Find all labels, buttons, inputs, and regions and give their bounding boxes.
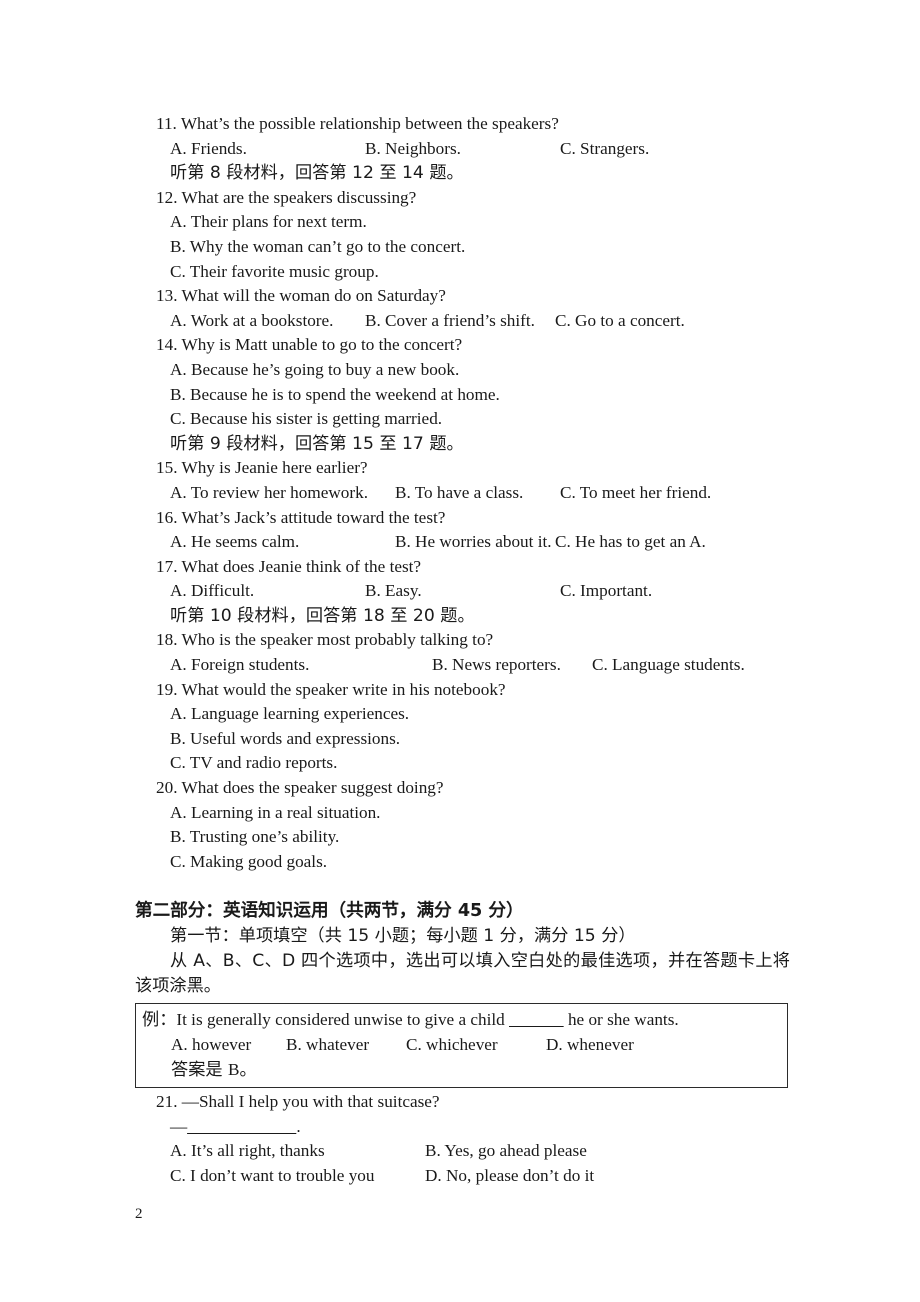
section-one-instruction: 从 A、B、C、D 四个选项中，选出可以填入空白处的最佳选项，并在答题卡上将该项… bbox=[135, 951, 790, 997]
answer-blank: ____________ bbox=[187, 1116, 297, 1136]
question-stem-15: 15. Why is Jeanie here earlier? bbox=[156, 458, 368, 478]
option-20-b[interactable]: B. Trusting one’s ability. bbox=[170, 825, 795, 850]
option-11-a[interactable]: A. Friends. bbox=[170, 137, 247, 162]
option-15-c[interactable]: C. To meet her friend. bbox=[560, 481, 711, 506]
example-option-a[interactable]: A. however bbox=[171, 1033, 251, 1058]
option-18-b[interactable]: B. News reporters. bbox=[432, 653, 561, 678]
option-21-d[interactable]: D. No, please don’t do it bbox=[425, 1164, 594, 1189]
option-16-c[interactable]: C. He has to get an A. bbox=[555, 530, 706, 555]
question-stem-16: 16. What’s Jack’s attitude toward the te… bbox=[156, 507, 446, 527]
example-blank: ______ bbox=[509, 1010, 564, 1030]
options-row-18: A. Foreign students. B. News reporters. … bbox=[170, 653, 795, 678]
question-stem-17: 17. What does Jeanie think of the test? bbox=[156, 556, 422, 576]
option-14-a[interactable]: A. Because he’s going to buy a new book. bbox=[170, 358, 795, 383]
option-17-c[interactable]: C. Important. bbox=[560, 579, 652, 604]
example-answer-label: 答案是 bbox=[171, 1059, 229, 1080]
option-21-b[interactable]: B. Yes, go ahead please bbox=[425, 1139, 587, 1164]
option-18-c[interactable]: C. Language students. bbox=[592, 653, 745, 678]
question-21-answer-prompt: —____________. bbox=[170, 1115, 795, 1140]
question-stem-18: 18. Who is the speaker most probably tal… bbox=[156, 630, 494, 650]
question-stem-12: 12. What are the speakers discussing? bbox=[156, 187, 417, 207]
option-16-a[interactable]: A. He seems calm. bbox=[170, 530, 299, 555]
option-21-c[interactable]: C. I don’t want to trouble you bbox=[170, 1164, 374, 1189]
option-13-a[interactable]: A. Work at a bookstore. bbox=[170, 309, 333, 334]
example-answer-period: 。 bbox=[239, 1059, 257, 1080]
option-19-c[interactable]: C. TV and radio reports. bbox=[170, 751, 795, 776]
options-row-17: A. Difficult. B. Easy. C. Important. bbox=[170, 579, 795, 604]
option-14-b[interactable]: B. Because he is to spend the weekend at… bbox=[170, 383, 795, 408]
option-20-a[interactable]: A. Learning in a real situation. bbox=[170, 801, 795, 826]
options-row-15: A. To review her homework. B. To have a … bbox=[170, 481, 795, 506]
option-17-b[interactable]: B. Easy. bbox=[365, 579, 422, 604]
listening-directive-8: 听第 8 段材料，回答第 12 至 14 题。 bbox=[170, 163, 464, 184]
option-16-b[interactable]: B. He worries about it. bbox=[395, 530, 552, 555]
page-number: 2 bbox=[135, 1206, 143, 1222]
example-answer: 答案是 B。 bbox=[171, 1058, 787, 1083]
option-19-a[interactable]: A. Language learning experiences. bbox=[170, 702, 795, 727]
listening-directive-9: 听第 9 段材料，回答第 15 至 17 题。 bbox=[170, 433, 464, 454]
page-content: 11. What’s the possible relationship bet… bbox=[135, 112, 795, 1189]
options-row-21-top: A. It’s all right, thanks B. Yes, go ahe… bbox=[170, 1139, 795, 1164]
example-stem-before: It is generally considered unwise to giv… bbox=[176, 1010, 510, 1030]
option-17-a[interactable]: A. Difficult. bbox=[170, 579, 254, 604]
example-stem-after: he or she wants. bbox=[563, 1010, 679, 1030]
options-row-11: A. Friends. B. Neighbors. C. Strangers. bbox=[170, 137, 795, 162]
options-row-13: A. Work at a bookstore. B. Cover a frien… bbox=[170, 309, 795, 334]
option-21-a[interactable]: A. It’s all right, thanks bbox=[170, 1139, 325, 1164]
question-stem-19: 19. What would the speaker write in his … bbox=[156, 679, 506, 699]
option-15-b[interactable]: B. To have a class. bbox=[395, 481, 523, 506]
part-two-heading: 第二部分：英语知识运用（共两节，满分 45 分） bbox=[135, 901, 524, 922]
option-11-b[interactable]: B. Neighbors. bbox=[365, 137, 461, 162]
example-option-d[interactable]: D. whenever bbox=[546, 1033, 634, 1058]
example-option-b[interactable]: B. whatever bbox=[286, 1033, 369, 1058]
section-one-heading: 第一节：单项填空（共 15 小题；每小题 1 分，满分 15 分） bbox=[170, 926, 636, 947]
example-box: 例：It is generally considered unwise to g… bbox=[135, 1003, 788, 1089]
option-20-c[interactable]: C. Making good goals. bbox=[170, 850, 795, 875]
listening-directive-10: 听第 10 段材料，回答第 18 至 20 题。 bbox=[170, 605, 475, 626]
option-13-c[interactable]: C. Go to a concert. bbox=[555, 309, 685, 334]
option-18-a[interactable]: A. Foreign students. bbox=[170, 653, 309, 678]
question-stem-14: 14. Why is Matt unable to go to the conc… bbox=[156, 335, 463, 355]
question-stem-13: 13. What will the woman do on Saturday? bbox=[156, 286, 446, 306]
question-stem-20: 20. What does the speaker suggest doing? bbox=[156, 778, 444, 798]
option-14-c[interactable]: C. Because his sister is getting married… bbox=[170, 407, 795, 432]
example-stem: 例：It is generally considered unwise to g… bbox=[142, 1008, 787, 1033]
answer-period: . bbox=[296, 1116, 301, 1136]
option-12-b[interactable]: B. Why the woman can’t go to the concert… bbox=[170, 235, 795, 260]
example-options-row: A. however B. whatever C. whichever D. w… bbox=[171, 1033, 787, 1058]
option-13-b[interactable]: B. Cover a friend’s shift. bbox=[365, 309, 535, 334]
question-stem-11: 11. What’s the possible relationship bet… bbox=[156, 114, 559, 133]
example-label: 例： bbox=[142, 1010, 177, 1031]
options-row-16: A. He seems calm. B. He worries about it… bbox=[170, 530, 795, 555]
option-15-a[interactable]: A. To review her homework. bbox=[170, 481, 368, 506]
answer-dash: — bbox=[170, 1116, 188, 1136]
option-12-c[interactable]: C. Their favorite music group. bbox=[170, 260, 795, 285]
example-answer-value: B bbox=[228, 1059, 240, 1079]
option-19-b[interactable]: B. Useful words and expressions. bbox=[170, 727, 795, 752]
document-page: 11. What’s the possible relationship bet… bbox=[0, 0, 920, 1302]
options-row-21-bottom: C. I don’t want to trouble you D. No, pl… bbox=[170, 1164, 795, 1189]
example-option-c[interactable]: C. whichever bbox=[406, 1033, 498, 1058]
question-stem-21: 21. —Shall I help you with that suitcase… bbox=[156, 1092, 440, 1112]
option-12-a[interactable]: A. Their plans for next term. bbox=[170, 210, 795, 235]
option-11-c[interactable]: C. Strangers. bbox=[560, 137, 649, 162]
